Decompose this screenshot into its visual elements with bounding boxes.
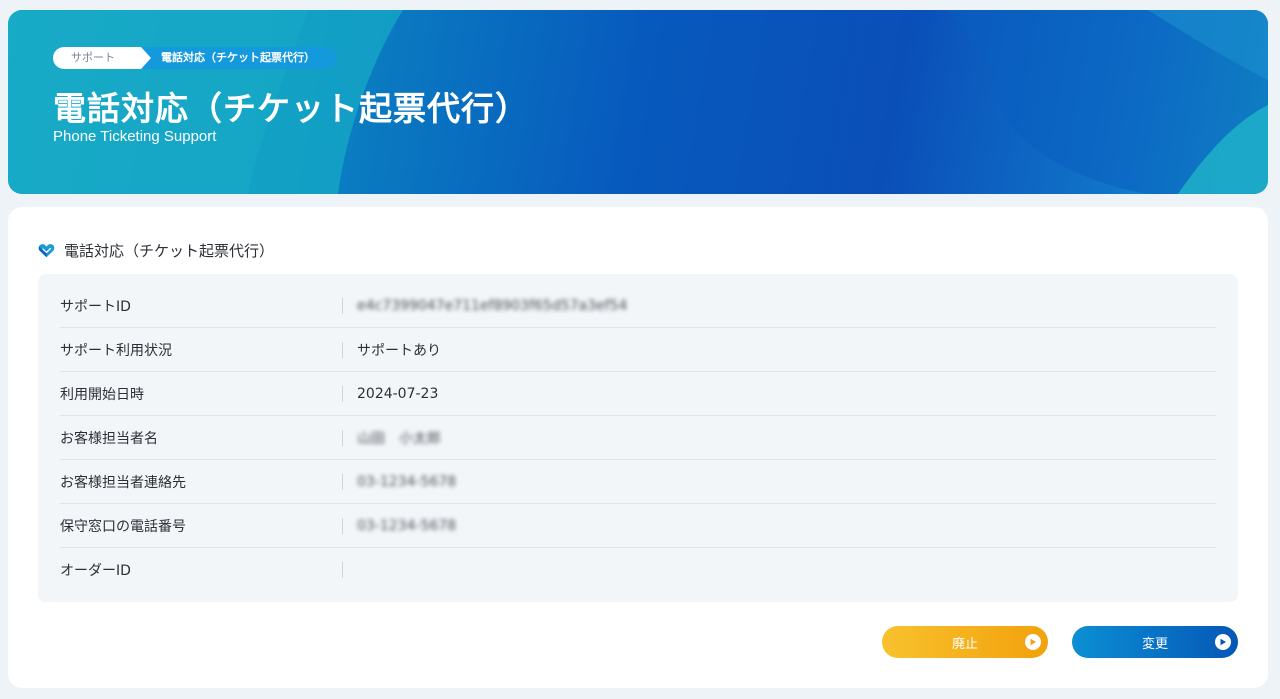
support-phone-value: 03-1234-5678	[357, 517, 457, 534]
breadcrumb: サポート 電話対応（チケット起票代行）	[53, 47, 337, 69]
table-row-start-date: 利用開始日時 2024-07-23	[60, 372, 1216, 416]
row-divider	[342, 297, 343, 314]
support-detail-card: 電話対応（チケット起票代行） サポートID e4c7399047e711ef89…	[8, 207, 1268, 688]
play-circle-icon	[1025, 634, 1041, 650]
row-label: 利用開始日時	[60, 386, 144, 403]
breadcrumb-support-link[interactable]: サポート	[53, 47, 151, 69]
contact-name-value: 山田 小太郎	[357, 430, 441, 447]
row-label: 保守窓口の電話番号	[60, 518, 186, 535]
contact-phone-value: 03-1234-5678	[357, 473, 457, 490]
row-label: お客様担当者名	[60, 430, 158, 447]
table-row-support-id: サポートID e4c7399047e711ef8903f65d57a3ef54	[60, 284, 1216, 328]
page-title: 電話対応（チケット起票代行）	[53, 89, 529, 128]
change-button-label: 変更	[1141, 636, 1168, 652]
row-label: オーダーID	[60, 563, 131, 579]
support-info-table: サポートID e4c7399047e711ef8903f65d57a3ef54 …	[38, 274, 1238, 602]
support-heart-icon	[38, 244, 55, 258]
row-divider	[342, 429, 343, 446]
row-label: サポート利用状況	[60, 342, 172, 359]
abolish-button[interactable]: 廃止	[882, 626, 1048, 658]
change-button[interactable]: 変更	[1072, 626, 1238, 658]
row-divider	[342, 473, 343, 490]
play-circle-icon	[1215, 634, 1231, 650]
table-row-usage-status: サポート利用状況 サポートあり	[60, 328, 1216, 372]
section-header: 電話対応（チケット起票代行）	[38, 240, 274, 261]
support-id-value: e4c7399047e711ef8903f65d57a3ef54	[357, 297, 628, 314]
page-subtitle: Phone Ticketing Support	[53, 128, 217, 145]
row-divider	[342, 341, 343, 358]
start-date-value: 2024-07-23	[357, 385, 439, 402]
section-title: 電話対応（チケット起票代行）	[64, 242, 275, 260]
abolish-button-label: 廃止	[951, 636, 978, 652]
page-hero-banner: サポート 電話対応（チケット起票代行） 電話対応（チケット起票代行） Phone…	[8, 10, 1268, 194]
table-row-support-phone: 保守窓口の電話番号 03-1234-5678	[60, 504, 1216, 548]
usage-status-value: サポートあり	[357, 342, 441, 359]
table-row-order-id: オーダーID	[60, 548, 1216, 592]
row-label: お客様担当者連絡先	[60, 474, 186, 491]
breadcrumb-current: 電話対応（チケット起票代行）	[141, 47, 337, 69]
row-divider	[342, 562, 343, 578]
row-divider	[342, 517, 343, 534]
table-row-contact-name: お客様担当者名 山田 小太郎	[60, 416, 1216, 460]
table-row-contact-phone: お客様担当者連絡先 03-1234-5678	[60, 460, 1216, 504]
row-divider	[342, 385, 343, 402]
row-label: サポートID	[60, 298, 131, 315]
